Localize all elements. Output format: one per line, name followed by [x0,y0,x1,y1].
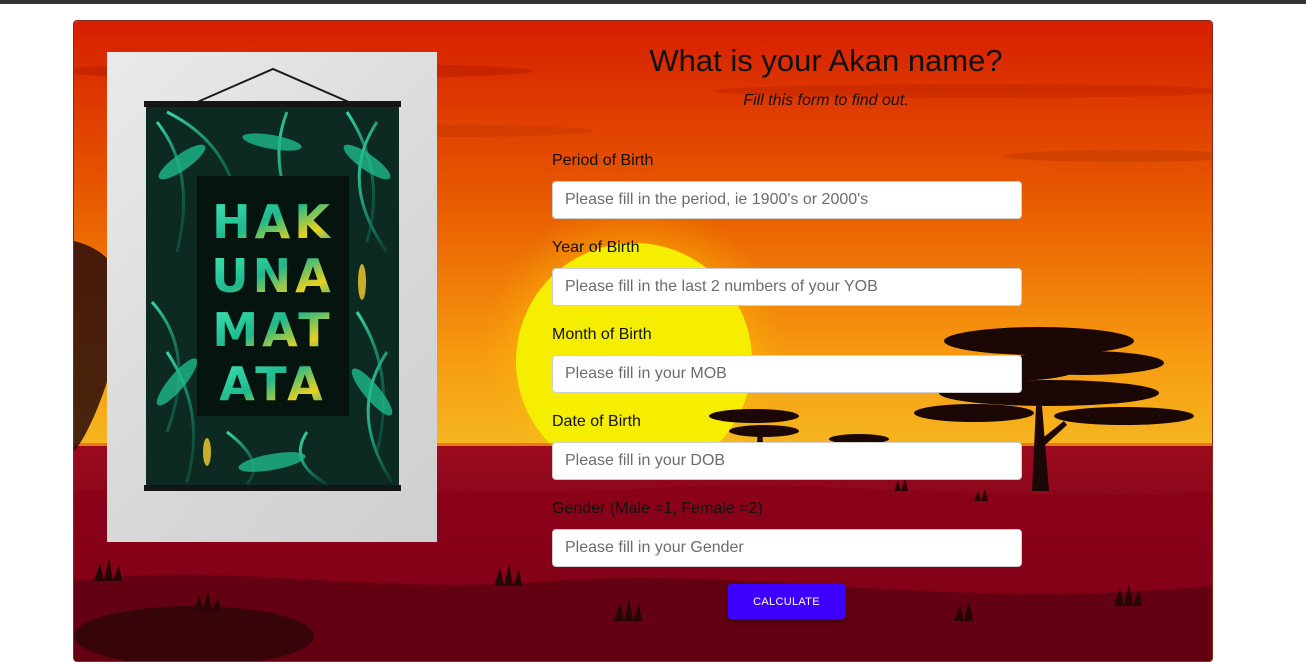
gender-input[interactable] [552,529,1022,567]
year-of-birth-input[interactable] [552,268,1022,306]
gender-label: Gender (Male =1, Female =2) [552,500,763,517]
akan-form-card: HAK UNA MAT ATA What is your Akan name? … [73,20,1213,662]
month-of-birth-input[interactable] [552,355,1022,393]
calculate-button[interactable]: CALCULATE [728,584,845,619]
top-border-bar [0,0,1306,4]
poster-text-line: UNA [211,249,334,303]
month-of-birth-label: Month of Birth [552,326,652,343]
page-title: What is your Akan name? [649,43,1003,78]
period-of-birth-label: Period of Birth [552,152,654,169]
poster-artwork: HAK UNA MAT ATA [144,67,401,491]
poster-text-line: HAK [212,195,334,249]
poster-text-line: MAT [212,303,333,357]
page-subtitle: Fill this form to find out. [743,92,909,109]
date-of-birth-input[interactable] [552,442,1022,480]
hakuna-matata-poster: HAK UNA MAT ATA [107,52,437,542]
poster-text-line: ATA [219,357,326,411]
date-of-birth-label: Date of Birth [552,413,641,430]
year-of-birth-label: Year of Birth [552,239,640,256]
period-of-birth-input[interactable] [552,181,1022,219]
